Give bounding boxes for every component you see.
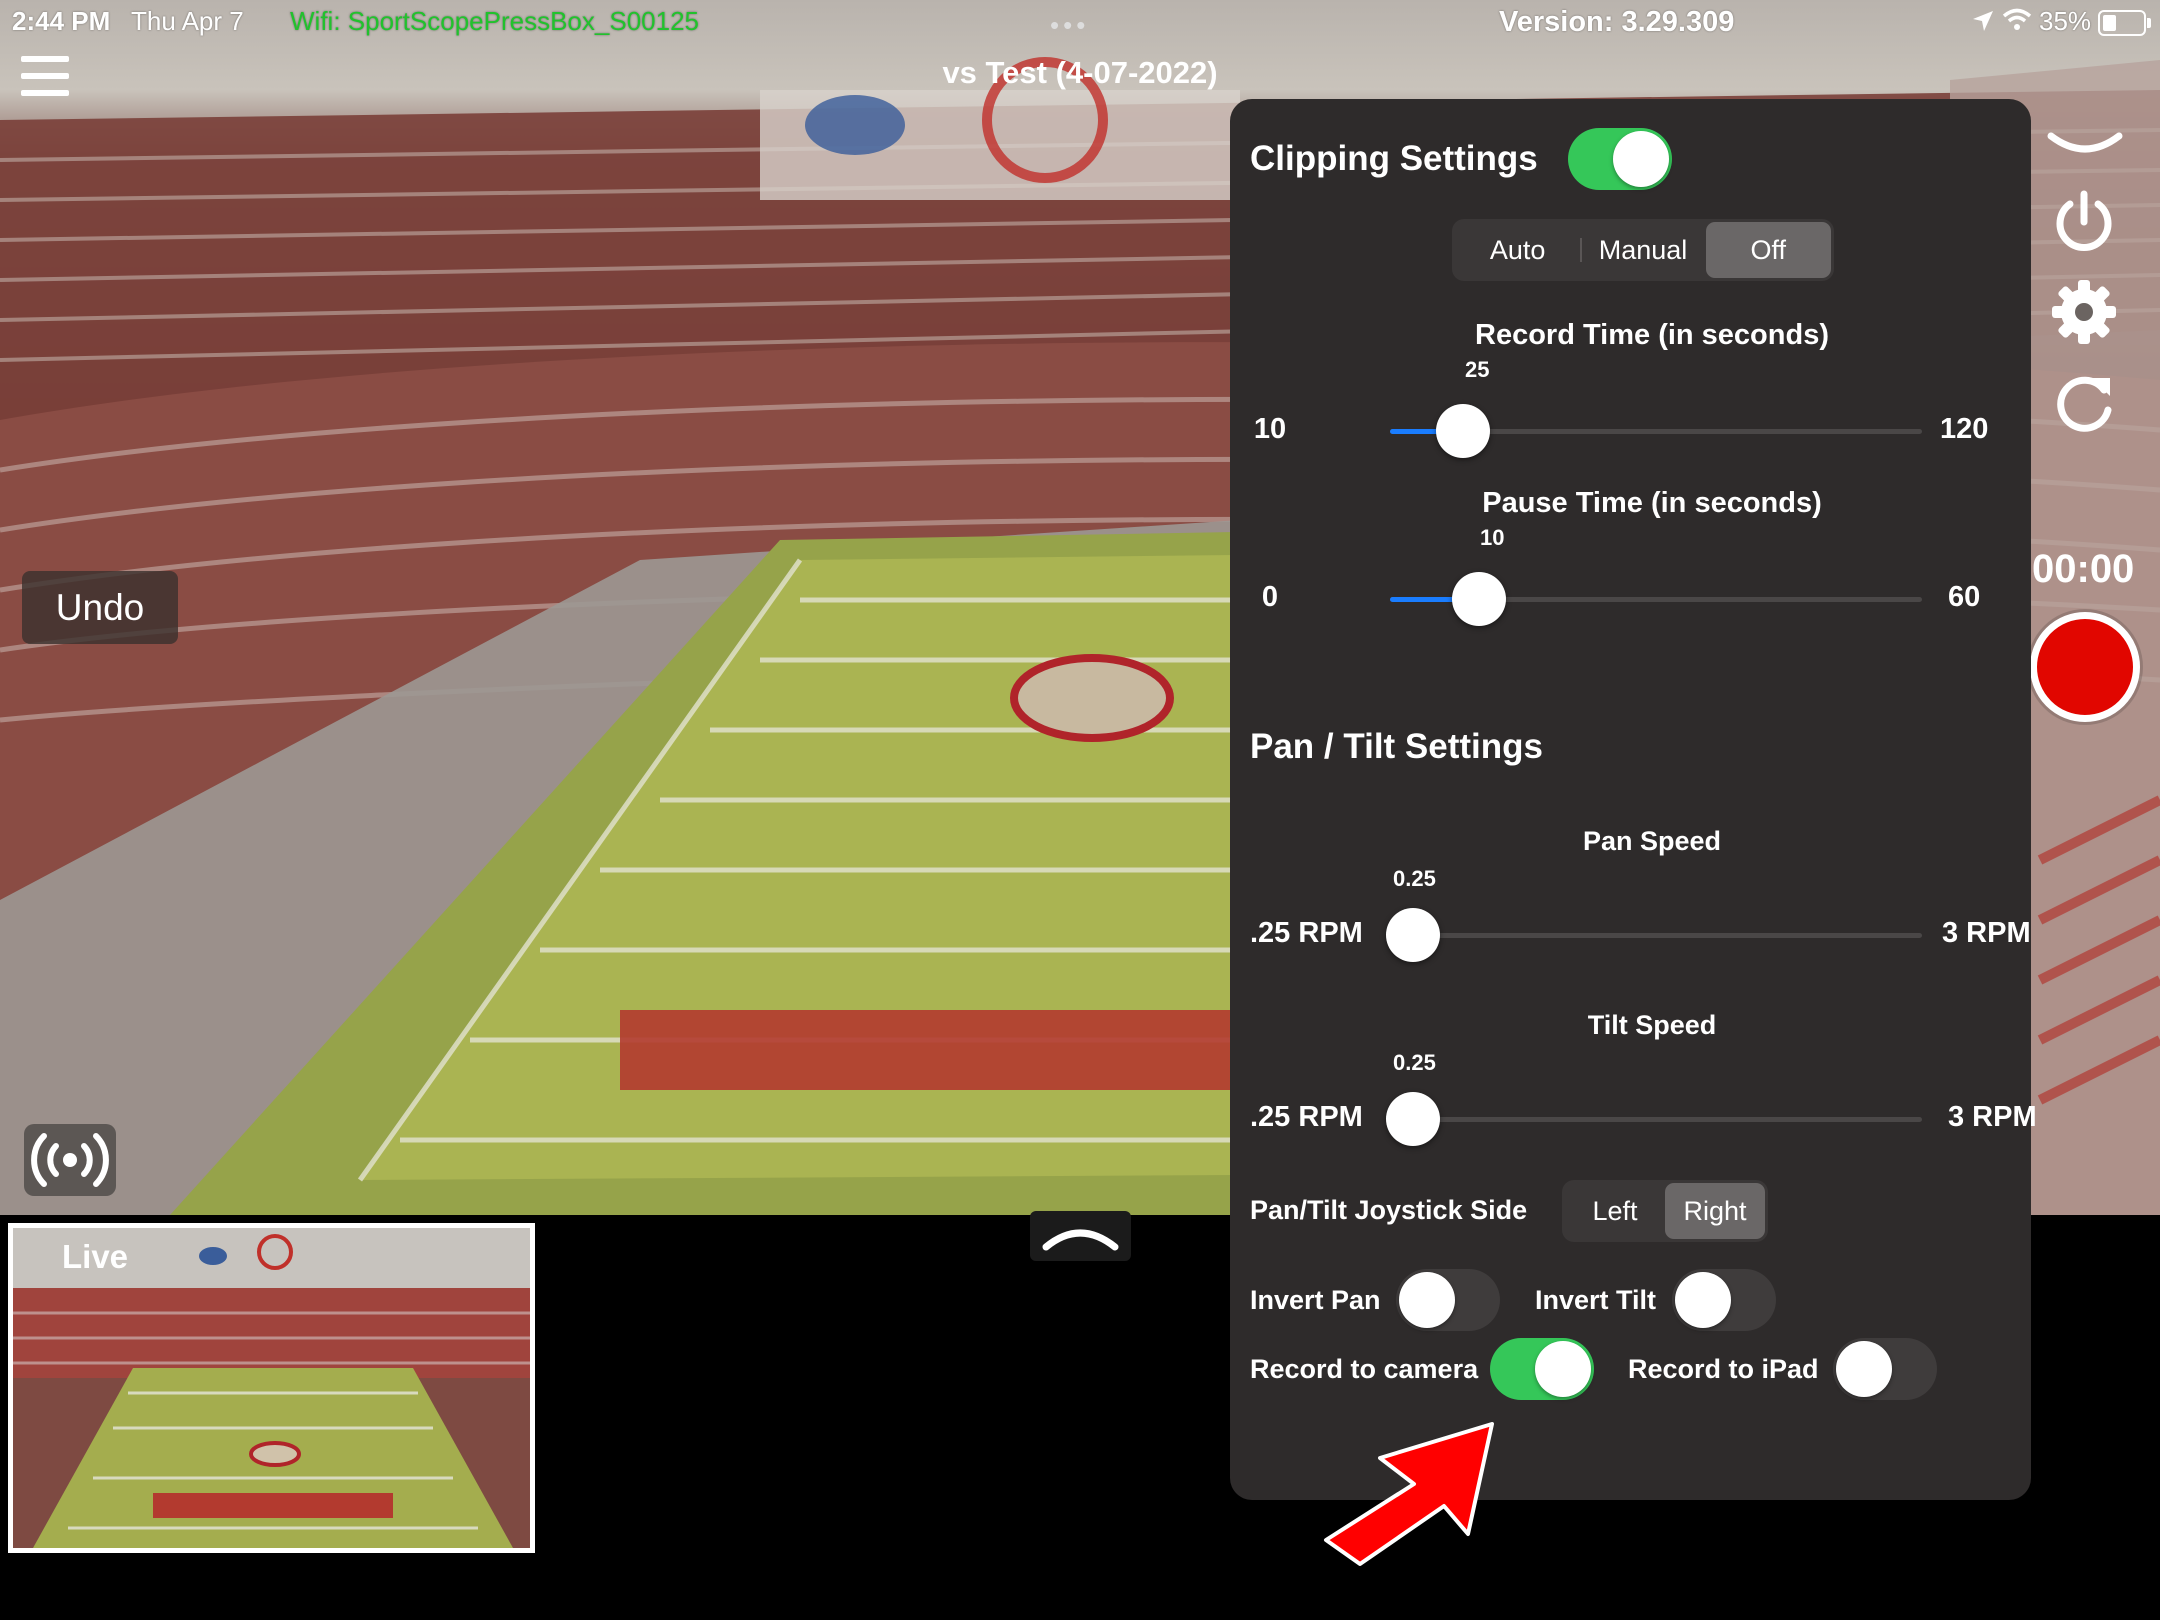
joystick-side-segmented-control: Left Right — [1562, 1180, 1768, 1242]
live-label: Live — [62, 1238, 129, 1275]
clipping-mode-manual[interactable]: Manual — [1580, 222, 1705, 278]
pan-tilt-settings-title: Pan / Tilt Settings — [1250, 727, 1544, 766]
invert-tilt-label: Invert Tilt — [1535, 1285, 1657, 1315]
battery-percent: 35% — [2039, 6, 2092, 36]
chevron-up-icon — [1042, 1229, 1119, 1251]
tilt-speed-slider[interactable] — [1386, 1092, 1922, 1146]
clipping-mode-off[interactable]: Off — [1705, 222, 1831, 278]
invert-pan-toggle[interactable] — [1396, 1269, 1500, 1331]
clipping-settings-title: Clipping Settings — [1250, 139, 1538, 178]
pause-time-value: 10 — [1480, 525, 1505, 550]
joystick-side-label: Pan/Tilt Joystick Side — [1250, 1195, 1528, 1225]
pause-time-max: 60 — [1948, 581, 1981, 613]
invert-tilt-toggle[interactable] — [1672, 1269, 1776, 1331]
record-to-camera-toggle[interactable] — [1490, 1338, 1594, 1400]
recording-timer: 00:00 — [2032, 547, 2135, 591]
pause-time-min: 0 — [1261, 581, 1279, 613]
record-time-slider-thumb[interactable] — [1435, 404, 1490, 458]
status-date: Thu Apr 7 — [131, 6, 244, 36]
clipping-mode-auto[interactable]: Auto — [1455, 222, 1580, 278]
record-time-label: Record Time (in seconds) — [1475, 319, 1829, 351]
clipping-mode-segmented-control: Auto Manual Off — [1452, 219, 1834, 281]
record-button[interactable] — [2030, 612, 2140, 722]
pause-time-slider-thumb[interactable] — [1451, 572, 1506, 626]
location-arrow-icon — [1973, 11, 1993, 31]
record-to-ipad-label: Record to iPad — [1628, 1354, 1819, 1384]
hamburger-icon[interactable] — [21, 56, 69, 107]
clipping-enabled-toggle[interactable] — [1568, 128, 1672, 190]
record-time-min: 10 — [1253, 413, 1287, 445]
record-to-ipad-toggle[interactable] — [1833, 1338, 1937, 1400]
tilt-speed-label: Tilt Speed — [1587, 1010, 1717, 1040]
tilt-speed-value: 0.25 — [1393, 1050, 1436, 1075]
record-time-slider[interactable] — [1390, 404, 1922, 458]
pan-speed-value: 0.25 — [1393, 866, 1436, 891]
pan-speed-slider-thumb[interactable] — [1386, 908, 1440, 962]
tilt-speed-min: .25 RPM — [1250, 1101, 1363, 1133]
multitask-dots-icon[interactable]: ••• — [1050, 10, 1089, 41]
app-version: Version: 3.29.309 — [1499, 6, 1735, 38]
joystick-side-right[interactable]: Right — [1665, 1183, 1765, 1239]
pan-speed-max: 3 RPM — [1942, 917, 2031, 949]
status-time: 2:44 PM — [12, 6, 111, 36]
tilt-speed-slider-thumb[interactable] — [1386, 1092, 1440, 1146]
battery-icon — [2098, 10, 2151, 36]
record-to-camera-label: Record to camera — [1250, 1354, 1479, 1384]
expand-button[interactable] — [1030, 1211, 1131, 1261]
pan-speed-min: .25 RPM — [1250, 917, 1363, 949]
joystick-side-left[interactable]: Left — [1565, 1183, 1665, 1239]
settings-panel: Clipping Settings Auto Manual Off Record… — [1230, 99, 2037, 1500]
gear-icon[interactable] — [2052, 280, 2116, 344]
broadcast-icon[interactable] — [24, 1124, 116, 1196]
live-preview-image — [13, 1228, 530, 1548]
chevron-down-icon[interactable] — [2045, 128, 2125, 168]
pause-time-label: Pause Time (in seconds) — [1482, 487, 1822, 519]
record-time-max: 120 — [1940, 413, 1989, 445]
power-icon[interactable] — [2053, 190, 2115, 254]
record-time-value: 25 — [1465, 357, 1490, 382]
annotation-arrow-icon — [1324, 1422, 1494, 1566]
pan-speed-label: Pan Speed — [1582, 826, 1722, 856]
invert-pan-label: Invert Pan — [1250, 1285, 1381, 1315]
refresh-icon[interactable] — [2054, 372, 2116, 434]
tilt-speed-max: 3 RPM — [1948, 1101, 2037, 1133]
undo-button[interactable]: Undo — [22, 571, 178, 644]
wifi-icon — [2002, 8, 2032, 30]
pan-speed-slider[interactable] — [1386, 908, 1922, 962]
pause-time-slider[interactable] — [1390, 572, 1922, 626]
game-title: vs Test (4-07-2022) — [942, 55, 1218, 90]
wifi-network-label: Wifi: SportScopePressBox_S00125 — [290, 6, 699, 36]
